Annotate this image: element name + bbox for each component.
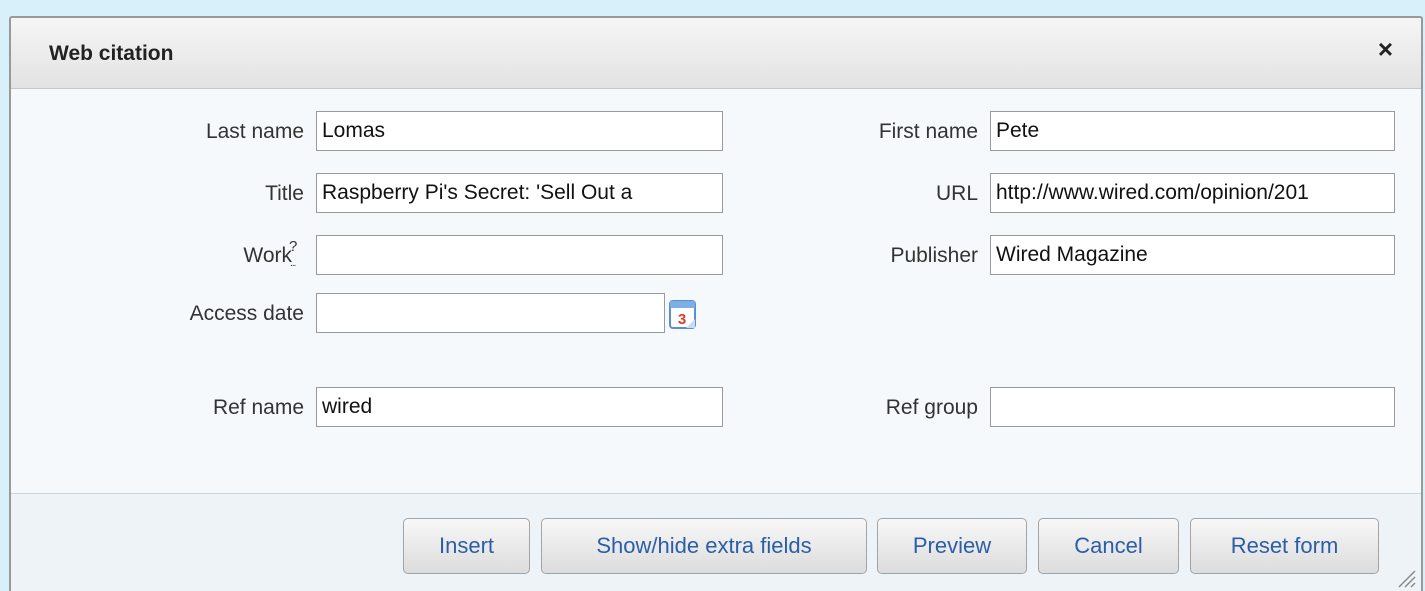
access-date-label: Access date bbox=[189, 302, 304, 325]
ref-name-label: Ref name bbox=[212, 396, 304, 419]
url-input[interactable]: http://www.wired.com/opinion/201 bbox=[990, 173, 1395, 213]
insert-button[interactable]: Insert bbox=[403, 518, 530, 574]
calendar-day: 3 bbox=[678, 311, 686, 328]
last-name-input[interactable]: Lomas bbox=[316, 111, 723, 151]
publisher-label: Publisher bbox=[890, 244, 978, 267]
calendar-icon[interactable]: 3 bbox=[667, 297, 699, 331]
access-date-input[interactable] bbox=[316, 293, 665, 333]
publisher-input[interactable]: Wired Magazine bbox=[990, 235, 1395, 275]
show-hide-extra-fields-button[interactable]: Show/hide extra fields bbox=[541, 518, 867, 574]
preview-button[interactable]: Preview bbox=[877, 518, 1027, 574]
work-help-dots: ... bbox=[290, 258, 296, 269]
close-icon[interactable]: × bbox=[1378, 34, 1393, 64]
url-label: URL bbox=[935, 182, 978, 205]
first-name-input[interactable]: Pete bbox=[990, 111, 1395, 151]
last-name-label: Last name bbox=[205, 120, 304, 143]
resize-grip-icon[interactable] bbox=[1393, 565, 1417, 589]
title-input[interactable]: Raspberry Pi's Secret: 'Sell Out a bbox=[316, 173, 723, 213]
work-help-icon[interactable]: ? bbox=[289, 238, 297, 255]
ref-group-input[interactable] bbox=[990, 387, 1395, 427]
work-input[interactable] bbox=[316, 235, 723, 275]
reset-form-button[interactable]: Reset form bbox=[1190, 518, 1379, 574]
title-label: Title bbox=[265, 182, 304, 205]
ref-group-label: Ref group bbox=[885, 396, 978, 419]
first-name-label: First name bbox=[878, 120, 978, 143]
dialog-title: Web citation bbox=[49, 42, 174, 65]
ref-name-input[interactable]: wired bbox=[316, 387, 723, 427]
cancel-button[interactable]: Cancel bbox=[1038, 518, 1179, 574]
dialog-titlebar: Web citation × bbox=[11, 18, 1421, 89]
work-label: Work bbox=[243, 244, 292, 267]
web-citation-dialog: Web citation × Last name Lomas First nam… bbox=[9, 16, 1423, 591]
